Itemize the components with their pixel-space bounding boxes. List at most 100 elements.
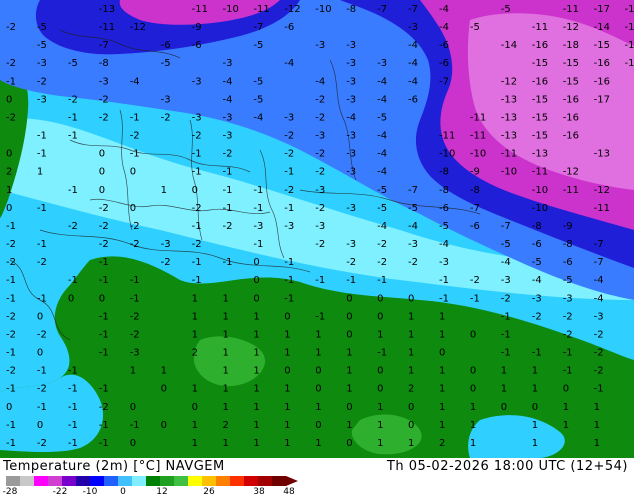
temperature-value: 0 [470, 329, 476, 340]
temperature-value: -2 [284, 185, 294, 196]
temperature-value: -2 [6, 113, 16, 124]
temperature-value: 1 [284, 384, 290, 395]
temperature-value: -7 [470, 203, 480, 214]
temperature-value: 0 [99, 185, 105, 196]
legend-swatch [90, 476, 105, 486]
temperature-value: -6 [470, 221, 480, 232]
temperature-value: -1 [99, 329, 109, 340]
temperature-value: -1 [315, 275, 325, 286]
temperature-value: -2 [315, 167, 325, 178]
temperature-value: -6 [439, 203, 449, 214]
temperature-value: -4 [223, 76, 233, 87]
temperature-value: -5 [377, 113, 387, 124]
temperature-value: -3 [192, 76, 202, 87]
temperature-value: -3 [346, 94, 356, 105]
temperature-value: -11 [563, 185, 579, 196]
temperature-value: -11 [563, 4, 579, 15]
temperature-value: -15 [532, 58, 548, 69]
temperature-value: -1 [439, 275, 449, 286]
temperature-value: -1 [99, 438, 109, 449]
temperature-value: -1 [68, 113, 78, 124]
temperature-value: -4 [408, 58, 418, 69]
temperature-value: -4 [439, 22, 449, 33]
temperature-value: -2 [6, 329, 16, 340]
temperature-value: -1 [439, 293, 449, 304]
temperature-value: -3 [223, 113, 233, 124]
temperature-value: -2 [161, 113, 171, 124]
temperature-value: 0 [501, 402, 507, 413]
temperature-value: -4 [315, 76, 325, 87]
temperature-value: -1 [37, 239, 47, 250]
temperature-value: 1 [223, 329, 229, 340]
temperature-value: -12 [501, 76, 517, 87]
temperature-value: -7 [594, 257, 604, 268]
temperature-value: -16 [563, 113, 579, 124]
temperature-value: 1 [192, 311, 198, 322]
temperature-value: -1 [6, 348, 16, 359]
temperature-value: -12 [563, 167, 579, 178]
temperature-value: -11 [470, 131, 486, 142]
legend-swatch [48, 476, 63, 486]
temperature-value: 1 [594, 438, 600, 449]
temperature-value: -2 [6, 239, 16, 250]
temperature-value: -2 [6, 366, 16, 377]
temperature-value: -2 [223, 221, 233, 232]
temperature-value: -1 [501, 348, 511, 359]
temperature-value: -4 [223, 94, 233, 105]
temperature-value: 1 [408, 348, 414, 359]
temperature-value: -15 [532, 94, 548, 105]
temperature-value: -3 [99, 76, 109, 87]
temperature-value: -5 [37, 40, 47, 51]
temperature-value: -1 [99, 348, 109, 359]
temperature-value: 1 [253, 420, 259, 431]
temperature-value: 0 [6, 203, 12, 214]
temperature-value: 2 [223, 420, 229, 431]
temperature-value: 0 [6, 94, 12, 105]
temperature-value: -3 [315, 221, 325, 232]
temperature-value: -2 [284, 149, 294, 160]
temperature-value: 0 [99, 293, 105, 304]
legend-swatch [174, 476, 189, 486]
legend-swatch [202, 476, 217, 486]
temperature-value: 2 [408, 384, 414, 395]
temperature-value: 2 [192, 348, 198, 359]
temperature-value: -1 [99, 257, 109, 268]
temperature-value: -2 [99, 113, 109, 124]
legend-swatch [118, 476, 133, 486]
temperature-value: -9 [470, 167, 480, 178]
temperature-value: -2 [99, 221, 109, 232]
temperature-value: 0 [253, 293, 259, 304]
temperature-value: 1 [501, 384, 507, 395]
temperature-value: 1 [439, 420, 445, 431]
temperature-value: -9 [192, 22, 202, 33]
temperature-value: -2 [377, 257, 387, 268]
temperature-value: -2 [161, 257, 171, 268]
temperature-value: 0 [439, 348, 445, 359]
temperature-value: 0 [99, 167, 105, 178]
temperature-value: -1 [6, 221, 16, 232]
temperature-value: -15 [594, 40, 610, 51]
temperature-value: -16 [594, 76, 610, 87]
temperature-value: -3 [37, 94, 47, 105]
temperature-value: -1 [37, 402, 47, 413]
temperature-value: -1 [192, 275, 202, 286]
temperature-value: -10 [532, 185, 548, 196]
temperature-value: 1 [563, 402, 569, 413]
temperature-value: -10 [532, 203, 548, 214]
temperature-value: -4 [377, 131, 387, 142]
temperature-value: -2 [130, 329, 140, 340]
temperature-value: -5 [470, 22, 480, 33]
temperature-map[interactable]: -13-11-10-11-12-10-8-7-7-4-5-11-17-18-15… [0, 0, 634, 458]
temperature-value: -16 [532, 76, 548, 87]
temperature-value: 1 [284, 420, 290, 431]
temperature-value: -2 [6, 257, 16, 268]
temperature-value: 1 [532, 420, 538, 431]
temperature-value: 0 [130, 203, 136, 214]
temperature-value: 0 [315, 384, 321, 395]
temperature-value: -1 [68, 185, 78, 196]
temperature-value: -3 [223, 58, 233, 69]
temperature-value: -2 [594, 348, 604, 359]
temperature-value: 1 [563, 420, 569, 431]
temperature-value: -2 [501, 293, 511, 304]
temperature-value: -2 [346, 257, 356, 268]
